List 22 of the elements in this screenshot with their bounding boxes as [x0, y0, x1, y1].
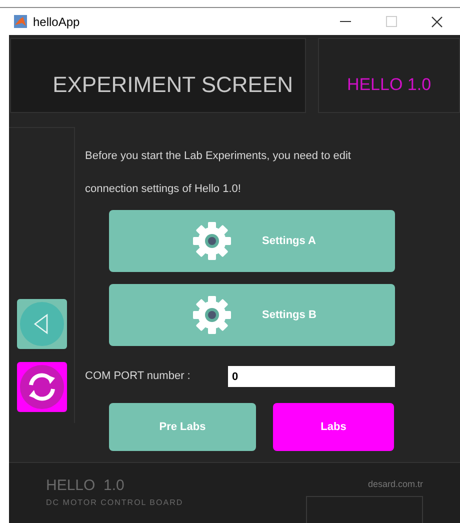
- instruction-text: Before you start the Lab Experiments, you need to edit connection settings of Hello 1.0!: [85, 149, 352, 197]
- gear-icon: [192, 221, 232, 261]
- lab-button[interactable]: Labs: [273, 403, 394, 451]
- gear-icon: [192, 295, 232, 335]
- footer-title: HELLO 1.0: [46, 477, 126, 495]
- refresh-icon: [20, 365, 64, 409]
- close-icon: [431, 16, 443, 28]
- maximize-icon: [386, 16, 396, 27]
- settings-button[interactable]: Settings A: [109, 210, 395, 272]
- screen-title: EXPERIMENT SCREEN: [52, 71, 293, 99]
- app-logo-icon: [14, 15, 27, 28]
- website-text: desard.com.tr: [368, 478, 423, 491]
- settings-button[interactable]: Settings B: [109, 284, 395, 346]
- com-port-field[interactable]: 0: [228, 366, 395, 387]
- back-button[interactable]: [16, 299, 66, 349]
- footer-subtitle: DC MOTOR CONTROL BOARD: [46, 497, 184, 509]
- brand-title: HELLO 1.0: [346, 74, 432, 96]
- window-title: helloApp: [33, 14, 80, 30]
- refresh-button[interactable]: [16, 362, 66, 412]
- lab-button[interactable]: Pre Labs: [109, 403, 256, 451]
- minimize-icon: [340, 20, 350, 22]
- com-port-label: COM PORT number :: [85, 369, 192, 384]
